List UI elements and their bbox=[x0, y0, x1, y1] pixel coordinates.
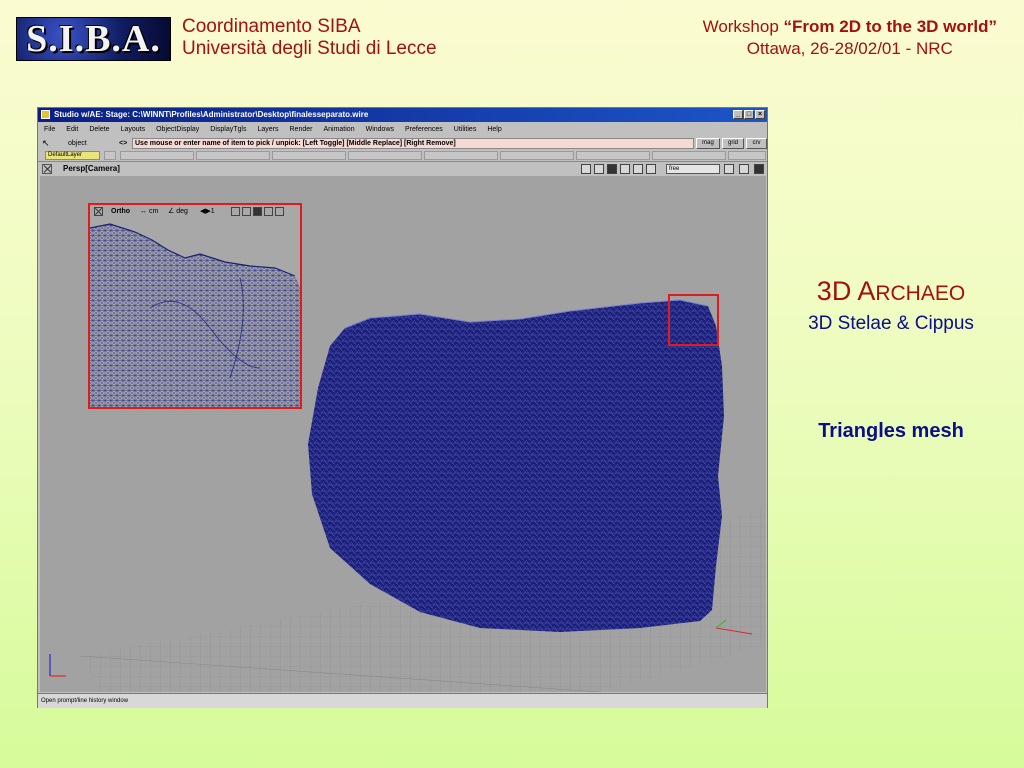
ortho-zoom-icon[interactable] bbox=[264, 207, 273, 216]
selection-highlight bbox=[668, 294, 719, 346]
layer-slot[interactable] bbox=[348, 151, 422, 160]
layer-bar: DefaultLayer bbox=[38, 150, 767, 161]
default-layer-chip[interactable]: DefaultLayer bbox=[45, 151, 100, 160]
track-icon[interactable] bbox=[581, 164, 591, 174]
ortho-angle: ∠ deg bbox=[168, 208, 188, 215]
layer-slot[interactable] bbox=[576, 151, 650, 160]
menu-utilities[interactable]: Utilities bbox=[454, 123, 477, 137]
ortho-inset-view[interactable]: Ortho ↔ cm ∠ deg ◀▶1 bbox=[88, 203, 302, 409]
slide-title: 3D ARCHAEO bbox=[790, 276, 992, 307]
layer-slot[interactable] bbox=[196, 151, 270, 160]
menu-layers[interactable]: Layers bbox=[257, 123, 278, 137]
university-name: Università degli Studi di Lecce bbox=[182, 38, 437, 59]
ortho-header: Ortho ↔ cm ∠ deg ◀▶1 bbox=[90, 205, 300, 218]
ortho-mesh-canvas bbox=[90, 223, 300, 407]
organization-block: Coordinamento SIBA Università degli Stud… bbox=[182, 16, 437, 60]
layer-slot[interactable] bbox=[500, 151, 574, 160]
layer-slot[interactable] bbox=[120, 151, 194, 160]
layer-slot[interactable] bbox=[652, 151, 726, 160]
layer-slot[interactable] bbox=[728, 151, 766, 160]
layout-icon[interactable] bbox=[739, 164, 749, 174]
status-bar[interactable]: Open prompt/line history window bbox=[38, 693, 767, 708]
slide-title-smallcaps: RCHAEO bbox=[875, 282, 966, 305]
workshop-prefix: Workshop bbox=[702, 17, 784, 36]
slide-title-prefix: 3D A bbox=[816, 276, 876, 306]
menu-edit[interactable]: Edit bbox=[66, 123, 78, 137]
ortho-scale: ◀▶1 bbox=[200, 208, 215, 215]
closeup-mesh bbox=[90, 224, 300, 407]
mesh-label: Triangles mesh bbox=[818, 420, 964, 442]
tumble-icon[interactable] bbox=[607, 164, 617, 174]
pick-mode-label[interactable]: object bbox=[68, 137, 87, 150]
menu-file[interactable]: File bbox=[44, 123, 55, 137]
app-icon bbox=[41, 110, 50, 119]
crv-button[interactable]: crv bbox=[746, 138, 767, 149]
menu-windows[interactable]: Windows bbox=[366, 123, 394, 137]
ortho-track-icon[interactable] bbox=[253, 207, 262, 216]
command-prompt[interactable]: Use mouse or enter name of item to pick … bbox=[132, 138, 694, 149]
workshop-block: Workshop “From 2D to the 3D world” Ottaw… bbox=[703, 16, 997, 60]
slide-subtitle: 3D Stelae & Cippus bbox=[808, 313, 974, 334]
maximize-view-icon[interactable] bbox=[754, 164, 764, 174]
ortho-title: Ortho bbox=[111, 208, 131, 215]
menu-displaytgls[interactable]: DisplayTgls bbox=[210, 123, 246, 137]
menu-help[interactable]: Help bbox=[487, 123, 501, 137]
prompt-row: ↖ object <> Use mouse or enter name of i… bbox=[38, 137, 767, 150]
menu-objectdisplay[interactable]: ObjectDisplay bbox=[156, 123, 199, 137]
siba-logo-text: S.I.B.A. bbox=[26, 18, 161, 60]
org-name: Coordinamento SIBA bbox=[182, 16, 361, 37]
dolly-icon[interactable] bbox=[594, 164, 604, 174]
ortho-layout-icon[interactable] bbox=[275, 207, 284, 216]
mag-button[interactable]: mag bbox=[696, 138, 720, 149]
viewport-header: Persp[Camera] free bbox=[38, 161, 767, 176]
viewport-title: Persp[Camera] bbox=[63, 164, 120, 173]
window-title: Studio w/AE: Stage: C:\WINNT\Profiles\Ad… bbox=[54, 110, 369, 119]
viewport-close-icon[interactable] bbox=[42, 164, 52, 174]
workshop-place: Ottawa, 26-28/02/01 - NRC bbox=[746, 39, 953, 58]
camera-mode-field[interactable]: free bbox=[666, 164, 720, 174]
menu-render[interactable]: Render bbox=[290, 123, 313, 137]
layer-slot[interactable] bbox=[272, 151, 346, 160]
menu-bar: File Edit Delete Layouts ObjectDisplay D… bbox=[38, 123, 767, 137]
menu-animation[interactable]: Animation bbox=[323, 123, 354, 137]
layer-slot[interactable] bbox=[424, 151, 498, 160]
viewport-tool-icons bbox=[581, 164, 656, 174]
workshop-title: “From 2D to the 3D world” bbox=[783, 17, 997, 36]
menu-delete[interactable]: Delete bbox=[89, 123, 109, 137]
perspective-viewport[interactable]: Ortho ↔ cm ∠ deg ◀▶1 bbox=[40, 176, 766, 692]
grid-icon[interactable] bbox=[646, 164, 656, 174]
menu-layouts[interactable]: Layouts bbox=[121, 123, 146, 137]
layer-slot[interactable] bbox=[104, 151, 116, 160]
close-button[interactable]: × bbox=[755, 110, 765, 119]
menu-preferences[interactable]: Preferences bbox=[405, 123, 443, 137]
frame-icon[interactable] bbox=[633, 164, 643, 174]
grid-button[interactable]: grid bbox=[722, 138, 744, 149]
siba-logo: S.I.B.A. bbox=[16, 17, 171, 61]
ortho-grid-icon[interactable] bbox=[242, 207, 251, 216]
zoom-icon[interactable] bbox=[620, 164, 630, 174]
render-icon[interactable] bbox=[724, 164, 734, 174]
maximize-button[interactable]: □ bbox=[744, 110, 754, 119]
stela-mesh bbox=[308, 300, 724, 632]
studio-window: Studio w/AE: Stage: C:\WINNT\Profiles\Ad… bbox=[37, 107, 768, 708]
pick-arrow-icon[interactable]: ↖ bbox=[42, 139, 52, 148]
window-titlebar[interactable]: Studio w/AE: Stage: C:\WINNT\Profiles\Ad… bbox=[38, 108, 767, 122]
ortho-close-icon[interactable] bbox=[94, 207, 103, 216]
ortho-tool-icons bbox=[231, 207, 284, 216]
ortho-units: ↔ cm bbox=[140, 208, 159, 215]
ortho-frame-icon[interactable] bbox=[231, 207, 240, 216]
minimize-button[interactable]: _ bbox=[733, 110, 743, 119]
history-arrows[interactable]: <> bbox=[119, 137, 127, 150]
